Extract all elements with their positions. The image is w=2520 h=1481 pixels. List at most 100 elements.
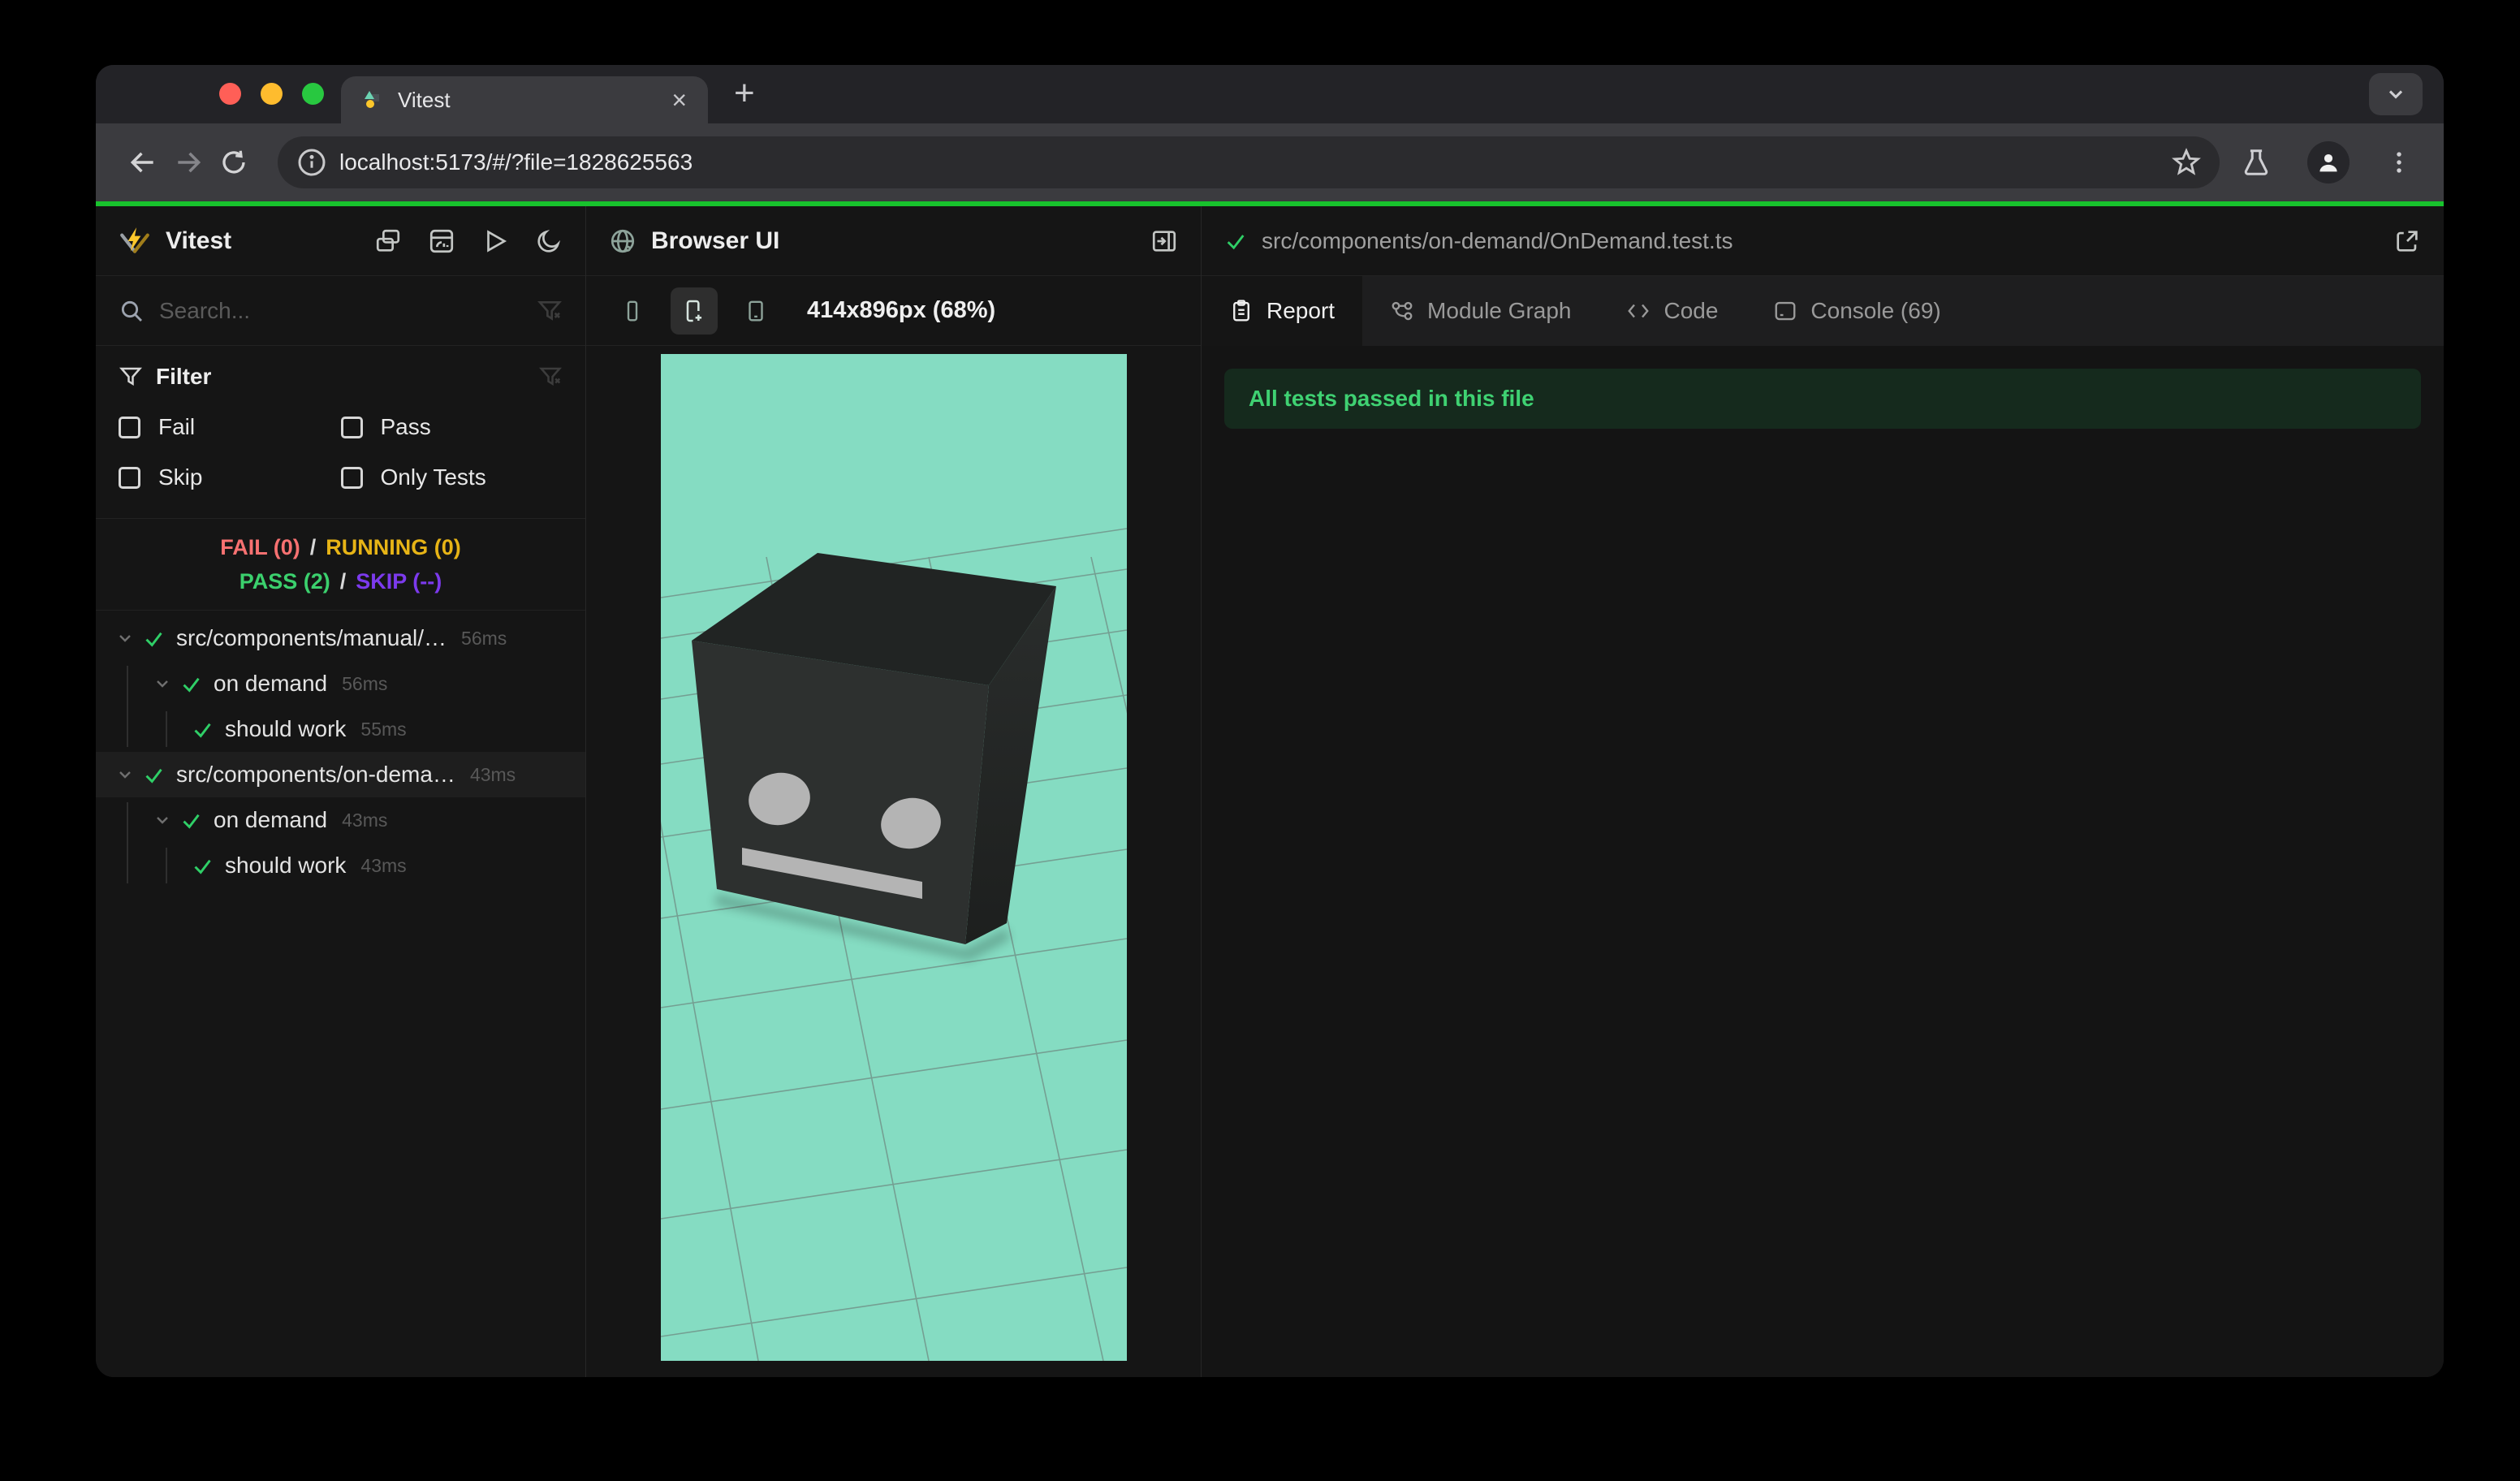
flask-icon[interactable] (2241, 147, 2272, 178)
test-suite-label: on demand (214, 807, 328, 832)
clipboard-icon (1233, 300, 1249, 322)
panel-right-icon[interactable] (1150, 227, 1178, 255)
external-link-icon[interactable] (2393, 227, 2421, 255)
url-text[interactable]: localhost:5173/#/?file=1828625563 (339, 149, 2160, 175)
tablet-icon (749, 300, 763, 321)
filter-section: Filter Fail Pass Skip Only Tests (96, 346, 585, 519)
test-suite-row[interactable]: on demand 56ms (96, 661, 585, 706)
skip-count: SKIP (--) (356, 569, 442, 594)
device-phone-small-button[interactable] (609, 287, 656, 335)
profile-button[interactable] (2307, 141, 2350, 184)
pass-check-icon (145, 632, 162, 647)
play-icon[interactable] (481, 227, 509, 255)
tab-console[interactable]: Console (69) (1745, 276, 1968, 346)
tab-code[interactable]: Code (1599, 276, 1745, 346)
chevron-down-icon (2388, 90, 2403, 99)
checkbox[interactable] (119, 466, 140, 489)
test-tree: src/components/manual/… 56ms on demand 5… (96, 611, 585, 888)
forward-button[interactable] (166, 140, 211, 185)
app-preview-viewport[interactable] (661, 354, 1127, 1361)
profile-icon (2319, 153, 2337, 172)
filter-title: Filter (156, 364, 212, 389)
chevron-down-icon[interactable] (153, 674, 172, 693)
test-case-row[interactable]: should work 55ms (96, 706, 585, 752)
chevron-down-icon[interactable] (153, 810, 172, 830)
tab-close-icon[interactable]: × (671, 87, 687, 113)
tab-module-graph[interactable]: Module Graph (1362, 276, 1599, 346)
moon-icon[interactable] (535, 227, 563, 255)
test-suite-label: on demand (214, 671, 328, 696)
new-tab-button[interactable]: + (734, 73, 755, 114)
tab-search-button[interactable] (2369, 73, 2423, 115)
pass-check-icon (183, 677, 200, 693)
run-summary: FAIL (0) / RUNNING (0) PASS (2) / SKIP (--) (96, 519, 585, 611)
tree-indent-guide (166, 711, 167, 747)
reload-button[interactable] (211, 140, 257, 185)
filter-checkbox-only-tests[interactable]: Only Tests (340, 464, 563, 490)
test-case-row[interactable]: should work 43ms (96, 843, 585, 888)
report-panel: src/components/on-demand/OnDemand.test.t… (1202, 206, 2444, 1377)
pass-check-icon (194, 723, 211, 738)
reload-icon (222, 150, 245, 174)
test-case-label: should work (225, 853, 347, 878)
filter-checkbox-skip[interactable]: Skip (119, 464, 341, 490)
pass-check-icon (1227, 234, 1245, 249)
browser-ui-header: Browser UI (586, 206, 1201, 276)
checkbox[interactable] (340, 416, 363, 438)
test-duration: 43ms (342, 809, 388, 831)
overlap-windows-icon[interactable] (374, 227, 402, 255)
filter-checkbox-fail[interactable]: Fail (119, 414, 341, 440)
code-icon (1628, 304, 1650, 318)
tab-label: Report (1266, 298, 1336, 323)
bookmark-star-icon[interactable] (2171, 147, 2202, 178)
report-content: All tests passed in this file (1202, 346, 2444, 1377)
vitest-favicon-icon (365, 91, 379, 108)
tree-indent-guide (166, 848, 167, 883)
app-title: Vitest (166, 227, 232, 254)
funnel-x-icon[interactable] (537, 298, 563, 324)
kebab-menu-icon[interactable] (2385, 149, 2413, 176)
run-summary-line-1: FAIL (0) / RUNNING (0) (220, 535, 461, 559)
tab-label: Code (1663, 298, 1719, 323)
phone-small-icon (627, 300, 638, 321)
pass-check-icon (183, 814, 200, 829)
checkbox[interactable] (119, 416, 140, 438)
fail-count: FAIL (0) (220, 535, 300, 559)
funnel-x-icon[interactable] (538, 365, 563, 389)
banner-text: All tests passed in this file (1249, 386, 1534, 411)
address-bar[interactable]: localhost:5173/#/?file=1828625563 (278, 136, 2220, 188)
report-tab-bar: Report Module Graph Code Console (69) (1202, 276, 2444, 346)
viewport-size-label: 414x896px (68%) (807, 297, 996, 323)
chevron-down-icon[interactable] (115, 628, 135, 648)
all-tests-passed-banner: All tests passed in this file (1224, 369, 2421, 429)
device-phone-plus-button[interactable] (671, 287, 718, 335)
run-summary-line-2: PASS (2) / SKIP (--) (239, 569, 442, 594)
dashboard-icon[interactable] (428, 227, 455, 255)
search-input[interactable] (159, 297, 522, 324)
test-file-row[interactable]: src/components/manual/… 56ms (96, 615, 585, 661)
checkbox[interactable] (340, 466, 363, 489)
test-file-path: src/components/on-demand/OnDemand.test.t… (1262, 227, 1733, 253)
chevron-down-icon[interactable] (115, 765, 135, 784)
info-icon[interactable] (296, 146, 328, 179)
report-header: src/components/on-demand/OnDemand.test.t… (1202, 206, 2444, 276)
test-suite-row[interactable]: on demand 43ms (96, 797, 585, 843)
filter-checkbox-pass[interactable]: Pass (340, 414, 563, 440)
viewport-toolbar: 414x896px (68%) (586, 276, 1201, 346)
test-file-label: src/components/manual/… (176, 625, 447, 650)
close-window-button[interactable] (219, 83, 241, 105)
browser-tab[interactable]: Vitest × (341, 76, 708, 123)
filter-label: Pass (380, 414, 431, 439)
globe-icon (611, 229, 635, 253)
test-file-row-selected[interactable]: src/components/on-dema… 43ms (96, 752, 585, 797)
back-button[interactable] (120, 140, 166, 185)
test-file-label: src/components/on-dema… (176, 762, 455, 787)
maximize-window-button[interactable] (302, 83, 324, 105)
tab-label: Console (69) (1810, 298, 1941, 323)
filter-label: Only Tests (380, 464, 486, 490)
browser-ui-panel: Browser UI 414x896px (68%) (586, 206, 1202, 1377)
tab-report[interactable]: Report (1202, 276, 1363, 346)
minimize-window-button[interactable] (261, 83, 283, 105)
device-tablet-button[interactable] (732, 287, 779, 335)
phone-plus-icon (686, 300, 702, 322)
